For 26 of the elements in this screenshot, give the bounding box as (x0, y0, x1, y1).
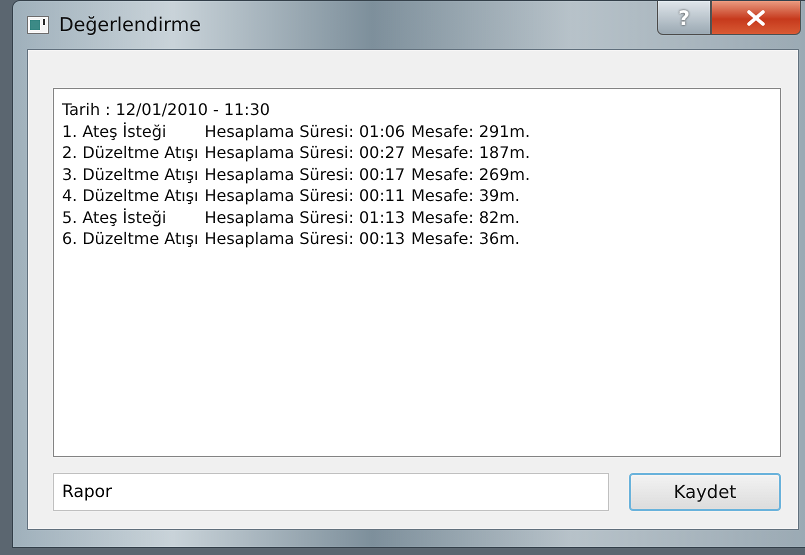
report-date: Tarih : 12/01/2010 - 11:30 (62, 99, 270, 120)
window-title: Değerlendirme (59, 12, 201, 38)
distance-text: Mesafe: 269m. (411, 164, 530, 185)
shot-name: 6. Düzeltme Atışı (62, 228, 198, 250)
shot-name: 4. Düzeltme Atışı (62, 185, 198, 206)
distance-text: Mesafe: 291m. (411, 120, 530, 142)
close-button[interactable] (711, 1, 801, 35)
shot-name: 3. Düzeltme Atışı (62, 164, 198, 185)
save-button[interactable]: Kaydet (629, 473, 781, 511)
calculation-time: Hesaplama Süresi: 00:27 (204, 142, 406, 164)
calculation-time: Hesaplama Süresi: 00:11 (204, 185, 406, 206)
shot-name: 1. Ateş İsteği (62, 120, 168, 142)
calculation-time: Hesaplama Süresi: 00:13 (204, 228, 406, 250)
distance-text: Mesafe: 36m. (411, 228, 521, 250)
report-text-area[interactable] (53, 88, 781, 457)
close-icon (745, 10, 767, 26)
shot-name: 5. Ateş İsteği (62, 206, 168, 228)
shot-name: 2. Düzeltme Atışı (62, 142, 198, 164)
calculation-time: Hesaplama Süresi: 01:06 (204, 120, 406, 142)
distance-text: Mesafe: 82m. (411, 206, 521, 228)
calculation-time: Hesaplama Süresi: 01:13 (204, 206, 406, 228)
calculation-time: Hesaplama Süresi: 00:17 (204, 164, 406, 185)
distance-text: Mesafe: 39m. (411, 185, 521, 206)
distance-text: Mesafe: 187m. (411, 142, 530, 164)
file-name-field[interactable]: Rapor (53, 473, 609, 511)
window-icon (27, 16, 49, 34)
